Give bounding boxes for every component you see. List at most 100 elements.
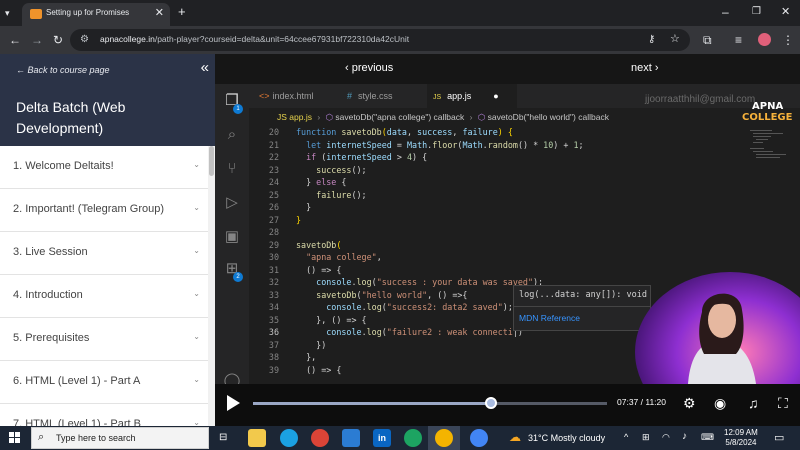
new-tab-button[interactable]: +	[178, 5, 186, 18]
chevron-down-icon: ⌄	[193, 289, 200, 298]
restore-icon[interactable]: ❐	[752, 6, 761, 18]
sidebar-item-html-part-a[interactable]: 6. HTML (Level 1) - Part A ⌄	[0, 361, 208, 404]
back-arrow-icon[interactable]: ←	[9, 34, 21, 46]
profile-avatar[interactable]	[758, 33, 771, 46]
address-bar[interactable]: ⚙ apnacollege.in/path-player?courseid=de…	[70, 29, 690, 51]
wifi-icon[interactable]: ◠	[662, 432, 670, 443]
vscode-icon[interactable]	[342, 429, 360, 447]
taskbar-search[interactable]: ⌕ Type here to search	[31, 427, 209, 449]
search-icon: ⌕	[38, 431, 45, 443]
forward-arrow-icon[interactable]: →	[31, 34, 43, 46]
method-signature: log(...data: any[]): void	[519, 290, 647, 300]
chrome-help-icon[interactable]	[470, 429, 488, 447]
bookmark-star-icon[interactable]: ☆	[670, 33, 680, 45]
sidebar-item-label: 5. Prerequisites	[13, 332, 90, 344]
course-title: Delta Batch (Web Development)	[16, 99, 126, 136]
tray-chevron-icon[interactable]: ^	[624, 432, 628, 442]
explorer-badge: 1	[233, 104, 243, 114]
code-line: savetoDb(	[296, 239, 342, 250]
sidebar-item-label: 1. Welcome Deltaits!	[13, 160, 114, 172]
chrome-profile-icon[interactable]	[404, 429, 422, 447]
lesson-nav: ‹ previous next ›	[215, 54, 800, 84]
code-line: savetoDb("hello world", () =>{	[316, 289, 468, 300]
minimize-icon[interactable]: –	[722, 6, 729, 18]
extensions-icon[interactable]: ⧉	[703, 34, 712, 46]
seek-bar-progress	[253, 402, 491, 405]
line-number: 28	[268, 227, 279, 237]
edge-icon[interactable]	[280, 429, 298, 447]
reading-list-icon[interactable]: ≡	[735, 34, 742, 46]
sidebar-item-label: 7. HTML (Level 1) - Part B	[13, 418, 141, 426]
sidebar-item-label: 4. Introduction	[13, 289, 83, 301]
collapse-sidebar-icon[interactable]: «	[201, 59, 209, 76]
windows-start-icon[interactable]	[9, 432, 20, 443]
line-number: 32	[268, 277, 279, 287]
line-number: 37	[268, 339, 279, 350]
chrome-icon[interactable]	[311, 429, 329, 447]
editor-minimap	[750, 128, 790, 168]
url-text[interactable]: apnacollege.in/path-player?courseid=delt…	[100, 34, 409, 44]
css-file-icon: #	[347, 91, 353, 101]
network-icon[interactable]: ⊞	[642, 432, 650, 443]
linkedin-icon[interactable]: in	[373, 429, 391, 447]
js-file-icon: JS	[433, 94, 442, 101]
sidebar-item-important[interactable]: 2. Important! (Telegram Group) ⌄	[0, 189, 208, 232]
line-number: 21	[268, 139, 279, 150]
line-number: 30	[268, 252, 279, 262]
speed-icon[interactable]: ◉	[714, 396, 726, 410]
remote-explorer-icon: ▣	[224, 228, 240, 245]
seek-handle[interactable]	[484, 397, 497, 409]
previous-button[interactable]: ‹ previous	[345, 62, 393, 74]
sidebar-item-prerequisites[interactable]: 5. Prerequisites ⌄	[0, 318, 208, 361]
sidebar-item-html-part-b[interactable]: 7. HTML (Level 1) - Part B ⌄	[0, 404, 208, 426]
line-number: 34	[268, 302, 279, 312]
sidebar-scrollbar[interactable]	[208, 146, 215, 426]
breadcrumb-callback-2: savetoDb("hello world") callback	[487, 112, 609, 122]
tab-close-icon[interactable]: ✕	[155, 6, 164, 19]
chevron-down-icon: ⌄	[193, 375, 200, 384]
taskbar-clock[interactable]: 12:09 AM 5/8/2024	[724, 428, 758, 448]
fullscreen-icon[interactable]: ⛶	[778, 396, 788, 410]
password-key-icon[interactable]: ⚷	[648, 34, 655, 46]
tab-label: style.css	[358, 91, 393, 101]
line-number: 39	[268, 364, 279, 375]
tab-title: Setting up for Promises	[46, 8, 130, 17]
mdn-reference-link[interactable]: MDN Reference	[519, 313, 580, 323]
code-line: success();	[316, 164, 367, 175]
menu-dots-icon[interactable]: ⋮	[782, 34, 794, 46]
unsaved-dot-icon: ●	[493, 91, 499, 101]
play-icon[interactable]	[227, 395, 240, 411]
next-button[interactable]: next ›	[631, 62, 659, 74]
back-to-course-link[interactable]: ← Back to course page	[16, 65, 110, 75]
language-icon[interactable]: ⌨	[701, 432, 714, 443]
seek-bar[interactable]	[253, 397, 607, 409]
tab-label: app.js	[447, 91, 472, 101]
site-info-icon[interactable]: ⚙	[80, 34, 89, 46]
breadcrumb-file: JS app.js	[277, 112, 312, 122]
chrome-active-icon[interactable]	[435, 429, 453, 447]
windows-taskbar: ⌕ Type here to search ⊟ in ☁ 31°C Mostly…	[0, 426, 800, 450]
line-number: 22	[268, 152, 279, 162]
line-number: 36	[268, 327, 279, 337]
reload-icon[interactable]: ↻	[53, 34, 63, 46]
task-view-icon[interactable]: ⊟	[219, 432, 227, 443]
tab-search-icon[interactable]: ▾	[5, 7, 10, 19]
player-controls: 07:37 / 11:20 ⚙ ◉ ♫ ⛶	[215, 384, 800, 426]
code-line: }	[296, 202, 312, 212]
code-line: },	[296, 352, 317, 362]
sidebar-item-introduction[interactable]: 4. Introduction ⌄	[0, 275, 208, 318]
speaker-icon[interactable]: ♪	[682, 431, 687, 442]
sidebar-item-welcome[interactable]: 1. Welcome Deltaits! ⌄	[0, 146, 208, 189]
window-close-icon[interactable]: ✕	[781, 6, 790, 18]
apna-college-logo-sub: COLLEGE	[742, 112, 793, 123]
apna-college-logo: APNA	[752, 101, 784, 112]
sidebar-scrollbar-thumb[interactable]	[209, 146, 214, 176]
file-explorer-icon[interactable]	[248, 429, 266, 447]
volume-icon[interactable]: ♫	[748, 396, 759, 410]
weather-text[interactable]: 31°C Mostly cloudy	[528, 433, 605, 443]
sidebar-item-live-session[interactable]: 3. Live Session ⌄	[0, 232, 208, 275]
settings-gear-icon[interactable]: ⚙	[683, 396, 696, 410]
notification-icon[interactable]: ▭	[774, 431, 784, 444]
vscode-activity-bar: ❐ 1 ⌕ ⑂ ▷ ▣ ⊞ 2 ◯	[215, 84, 249, 389]
browser-tab[interactable]: Setting up for Promises ✕	[22, 3, 170, 26]
